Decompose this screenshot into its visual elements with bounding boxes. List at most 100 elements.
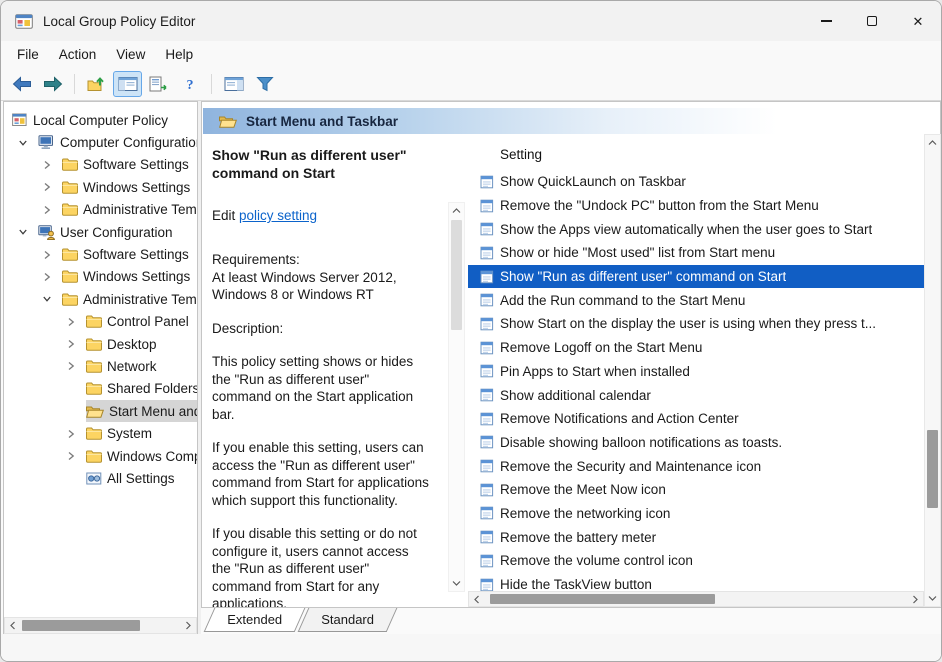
setting-row-show-start-on-the-display-the-user-is-using-when[interactable]: Show Start on the display the user is us… bbox=[468, 312, 924, 336]
chevron-collapsed-icon[interactable] bbox=[40, 160, 62, 170]
tree-item-body: Desktop bbox=[86, 333, 197, 355]
tree-item-start-menu-and-taskbar[interactable]: Start Menu and Taskbar bbox=[4, 400, 197, 422]
close-button[interactable]: ✕ bbox=[895, 1, 941, 41]
scrollbar-thumb[interactable] bbox=[927, 430, 938, 508]
title-bar[interactable]: Local Group Policy Editor ✕ bbox=[1, 1, 941, 41]
setting-row-remove-the-networking-icon[interactable]: Remove the networking icon bbox=[468, 502, 924, 526]
console-icon bbox=[12, 113, 28, 127]
scroll-down-button[interactable] bbox=[449, 576, 464, 591]
tree-item-all-settings[interactable]: All Settings bbox=[4, 467, 197, 489]
maximize-button[interactable] bbox=[849, 1, 895, 41]
detail-vertical-scrollbar[interactable] bbox=[448, 202, 465, 592]
tree-item-software-settings[interactable]: Software Settings bbox=[4, 243, 197, 265]
scrollbar-thumb[interactable] bbox=[490, 594, 715, 604]
tree-item-local-computer-policy[interactable]: Local Computer Policy bbox=[4, 109, 197, 131]
chevron-collapsed-icon[interactable] bbox=[64, 361, 86, 371]
scroll-down-button[interactable] bbox=[925, 591, 940, 606]
menu-help[interactable]: Help bbox=[155, 44, 203, 65]
tree-item-network[interactable]: Network bbox=[4, 355, 197, 377]
chevron-expanded-icon[interactable] bbox=[16, 227, 38, 237]
tab-standard[interactable]: Standard bbox=[298, 608, 397, 632]
setting-row-show-run-as-different-user-command-on-start[interactable]: Show "Run as different user" command on … bbox=[468, 265, 924, 289]
setting-row-remove-the-meet-now-icon[interactable]: Remove the Meet Now icon bbox=[468, 478, 924, 502]
tree-item-control-panel[interactable]: Control Panel bbox=[4, 311, 197, 333]
scroll-left-button[interactable] bbox=[5, 618, 20, 633]
scrollbar-track[interactable] bbox=[20, 618, 181, 633]
forward-button[interactable] bbox=[38, 71, 67, 97]
chevron-collapsed-icon[interactable] bbox=[40, 205, 62, 215]
chevron-collapsed-icon[interactable] bbox=[64, 451, 86, 461]
tree-item-system[interactable]: System bbox=[4, 422, 197, 444]
chevron-expanded-icon[interactable] bbox=[40, 294, 62, 304]
setting-row-remove-notifications-and-action-center[interactable]: Remove Notifications and Action Center bbox=[468, 407, 924, 431]
chevron-expanded-icon[interactable] bbox=[16, 138, 38, 148]
chevron-collapsed-icon[interactable] bbox=[64, 317, 86, 327]
setting-row-remove-the-battery-meter[interactable]: Remove the battery meter bbox=[468, 525, 924, 549]
menu-file[interactable]: File bbox=[7, 44, 49, 65]
chevron-collapsed-icon[interactable] bbox=[40, 182, 62, 192]
setting-row-pin-apps-to-start-when-installed[interactable]: Pin Apps to Start when installed bbox=[468, 360, 924, 384]
tree-item-user-configuration[interactable]: User Configuration bbox=[4, 221, 197, 243]
setting-label: Show QuickLaunch on Taskbar bbox=[500, 174, 686, 189]
setting-row-remove-logoff-on-the-start-menu[interactable]: Remove Logoff on the Start Menu bbox=[468, 336, 924, 360]
folder-icon bbox=[86, 382, 102, 395]
back-button[interactable] bbox=[7, 71, 36, 97]
tree-item-administrative-templates[interactable]: Administrative Templates bbox=[4, 288, 197, 310]
export-list-button[interactable] bbox=[144, 71, 173, 97]
tree-item-computer-configuration[interactable]: Computer Configuration bbox=[4, 131, 197, 153]
chevron-collapsed-icon[interactable] bbox=[40, 250, 62, 260]
scrollbar-thumb[interactable] bbox=[22, 620, 140, 631]
folder-icon bbox=[62, 203, 78, 216]
tree-horizontal-scrollbar[interactable] bbox=[4, 617, 197, 634]
minimize-button[interactable] bbox=[803, 1, 849, 41]
filter-icon bbox=[256, 76, 274, 92]
show-console-tree-button[interactable] bbox=[113, 71, 142, 97]
edit-policy-setting-link[interactable]: policy setting bbox=[239, 208, 317, 223]
scrollbar-track[interactable] bbox=[449, 218, 464, 576]
tab-extended[interactable]: Extended bbox=[204, 608, 306, 632]
chevron-collapsed-icon[interactable] bbox=[64, 339, 86, 349]
scroll-right-button[interactable] bbox=[908, 592, 923, 606]
setting-label: Remove the Meet Now icon bbox=[500, 482, 666, 497]
chevron-collapsed-icon[interactable] bbox=[40, 272, 62, 282]
list-vertical-scrollbar[interactable] bbox=[924, 134, 941, 607]
filter-button[interactable] bbox=[250, 71, 279, 97]
scroll-up-button[interactable] bbox=[925, 135, 940, 150]
setting-row-show-quicklaunch-on-taskbar[interactable]: Show QuickLaunch on Taskbar bbox=[468, 170, 924, 194]
chevron-collapsed-icon[interactable] bbox=[64, 429, 86, 439]
setting-row-remove-the-undock-pc-button-from-the-start-menu[interactable]: Remove the "Undock PC" button from the S… bbox=[468, 194, 924, 218]
help-button[interactable]: ? bbox=[175, 71, 204, 97]
tree-item-windows-components[interactable]: Windows Components bbox=[4, 445, 197, 467]
scroll-up-button[interactable] bbox=[449, 203, 464, 218]
tree-item-shared-folders[interactable]: Shared Folders bbox=[4, 378, 197, 400]
tab-label: Extended bbox=[227, 612, 282, 627]
scrollbar-track[interactable] bbox=[484, 592, 908, 606]
setting-row-show-additional-calendar[interactable]: Show additional calendar bbox=[468, 383, 924, 407]
up-one-level-button[interactable] bbox=[82, 71, 111, 97]
scrollbar-thumb[interactable] bbox=[451, 220, 462, 330]
scrollbar-track[interactable] bbox=[925, 150, 940, 591]
scroll-left-button[interactable] bbox=[469, 592, 484, 606]
setting-row-show-or-hide-most-used-list-from-start-menu[interactable]: Show or hide "Most used" list from Start… bbox=[468, 241, 924, 265]
setting-row-remove-the-security-and-maintenance-icon[interactable]: Remove the Security and Maintenance icon bbox=[468, 454, 924, 478]
description-paragraph: If you enable this setting, users can ac… bbox=[212, 439, 430, 509]
tree-item-windows-settings[interactable]: Windows Settings bbox=[4, 176, 197, 198]
tree-item-software-settings[interactable]: Software Settings bbox=[4, 154, 197, 176]
tree-item-windows-settings[interactable]: Windows Settings bbox=[4, 266, 197, 288]
setting-row-show-the-apps-view-automatically-when-the-user-g[interactable]: Show the Apps view automatically when th… bbox=[468, 217, 924, 241]
list-horizontal-scrollbar[interactable] bbox=[468, 591, 924, 607]
setting-row-disable-showing-balloon-notifications-as-toasts[interactable]: Disable showing balloon notifications as… bbox=[468, 431, 924, 455]
menu-action[interactable]: Action bbox=[49, 44, 107, 65]
show-action-pane-button[interactable] bbox=[219, 71, 248, 97]
requirements-label: Requirements: bbox=[212, 251, 430, 269]
scroll-right-button[interactable] bbox=[181, 618, 196, 633]
setting-row-remove-the-volume-control-icon[interactable]: Remove the volume control icon bbox=[468, 549, 924, 573]
settings-list: Show QuickLaunch on Taskbar Remove the "U… bbox=[468, 170, 924, 591]
menu-view[interactable]: View bbox=[106, 44, 155, 65]
setting-row-hide-the-taskview-button[interactable]: Hide the TaskView button bbox=[468, 573, 924, 591]
setting-row-add-the-run-command-to-the-start-menu[interactable]: Add the Run command to the Start Menu bbox=[468, 288, 924, 312]
setting-column-header[interactable]: Setting bbox=[468, 142, 924, 166]
tree-item-administrative-templates[interactable]: Administrative Templates bbox=[4, 199, 197, 221]
tree-item-body: Local Computer Policy bbox=[12, 109, 197, 131]
tree-item-desktop[interactable]: Desktop bbox=[4, 333, 197, 355]
